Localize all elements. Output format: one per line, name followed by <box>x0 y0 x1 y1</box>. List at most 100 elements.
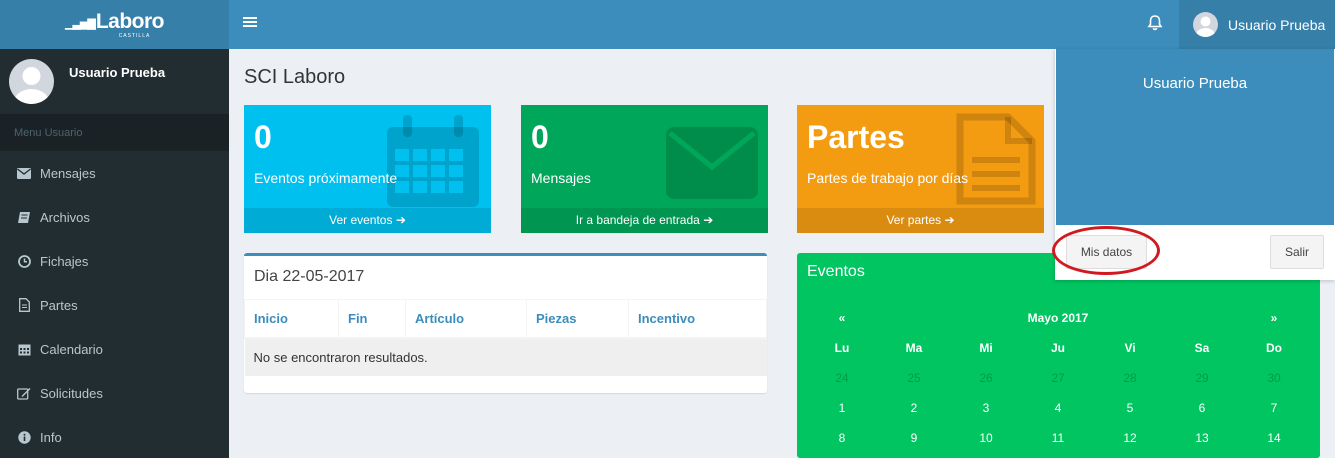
sidebar-item-label: Info <box>40 429 62 445</box>
calendar-day[interactable]: 13 <box>1166 423 1238 453</box>
app-logo[interactable]: ▁▃▅▇Laboro CASTILLA <box>0 0 229 49</box>
sidebar-item-solicitudes[interactable]: Solicitudes <box>0 371 229 415</box>
user-menu-toggle[interactable]: Usuario Prueba <box>1179 0 1335 49</box>
sidebar-item-partes[interactable]: Partes <box>0 283 229 327</box>
events-count: 0 <box>254 119 272 155</box>
envelope-icon <box>666 127 758 199</box>
day-table-box: Dia 22-05-2017 Inicio Fin Artículo Pieza… <box>244 253 767 393</box>
calendar-day[interactable]: 28 <box>1094 363 1166 393</box>
book-icon <box>17 210 31 224</box>
page-title: SCI Laboro <box>244 66 346 88</box>
calendar-day[interactable]: 4 <box>1022 393 1094 423</box>
column-header[interactable]: Fin <box>338 299 406 339</box>
calendar-day[interactable]: 14 <box>1238 423 1310 453</box>
calendar-day[interactable]: 8 <box>806 423 878 453</box>
calendar-day[interactable]: 30 <box>1238 363 1310 393</box>
partes-label: Partes de trabajo por días <box>807 170 969 186</box>
calendar: « Mayo 2017 » Lu Ma Mi Ju Vi Sa Do 24 25… <box>806 303 1310 453</box>
arrow-circle-right-icon: ➔ <box>395 213 406 227</box>
calendar-day[interactable]: 24 <box>806 363 878 393</box>
partes-heading: Partes <box>807 119 905 155</box>
edit-icon <box>17 386 31 400</box>
weekday: Lu <box>834 341 850 355</box>
calendar-day[interactable]: 12 <box>1094 423 1166 453</box>
sidebar: Usuario Prueba Menu Usuario Mensajes Arc… <box>0 49 229 458</box>
table-header-row: Inicio Fin Artículo Piezas Incentivo <box>244 299 767 339</box>
top-navbar: Usuario Prueba <box>229 0 1335 49</box>
weekday: Mi <box>979 341 993 355</box>
calendar-day[interactable]: 9 <box>878 423 950 453</box>
calendar-day[interactable]: 1 <box>806 393 878 423</box>
day-table: Inicio Fin Artículo Piezas Incentivo No … <box>244 299 767 376</box>
calendar-week: 1 2 3 4 5 6 7 <box>806 393 1310 423</box>
calendar-day[interactable]: 25 <box>878 363 950 393</box>
clock-icon <box>17 254 31 268</box>
column-header[interactable]: Inicio <box>244 299 339 339</box>
info-icon <box>17 430 31 444</box>
calendar-nav-row: « Mayo 2017 » <box>806 303 1310 333</box>
sidebar-item-label: Calendario <box>40 341 103 357</box>
calendar-week: 24 25 26 27 28 29 30 <box>806 363 1310 393</box>
calendar-day[interactable]: 2 <box>878 393 950 423</box>
weekday: Do <box>1266 341 1282 355</box>
weekday-row: Lu Ma Mi Ju Vi Sa Do <box>806 333 1310 363</box>
envelope-icon <box>17 166 31 180</box>
sidebar-item-archivos[interactable]: Archivos <box>0 195 229 239</box>
calendar-day[interactable]: 11 <box>1022 423 1094 453</box>
dropdown-user-name: Usuario Prueba <box>1142 75 1248 92</box>
sidebar-item-label: Fichajes <box>40 253 89 269</box>
column-header[interactable]: Incentivo <box>628 299 767 339</box>
file-icon <box>17 298 31 312</box>
hamburger-menu-icon[interactable] <box>243 15 257 29</box>
calendar-day[interactable]: 10 <box>950 423 1022 453</box>
sidebar-item-label: Archivos <box>40 209 90 225</box>
view-partes-link[interactable]: Ver partes ➔ <box>797 208 1044 233</box>
day-table-title: Dia 22-05-2017 <box>254 268 365 285</box>
sidebar-item-mensajes[interactable]: Mensajes <box>0 151 229 195</box>
events-calendar-box: Eventos « Mayo 2017 » Lu Ma Mi Ju Vi Sa … <box>797 253 1320 458</box>
weekday: Sa <box>1194 341 1210 355</box>
sidebar-item-fichajes[interactable]: Fichajes <box>0 239 229 283</box>
user-dropdown: Usuario Prueba Mis datos Salir <box>1055 49 1335 280</box>
next-month-button[interactable]: » <box>1238 303 1310 333</box>
sidebar-item-info[interactable]: Info <box>0 415 229 458</box>
column-header[interactable]: Piezas <box>526 299 629 339</box>
partes-info-box: Partes Partes de trabajo por días Ver pa… <box>797 105 1044 233</box>
bell-icon[interactable] <box>1145 13 1165 33</box>
calendar-day[interactable]: 5 <box>1094 393 1166 423</box>
calendar-icon <box>17 342 31 356</box>
messages-count: 0 <box>531 119 549 155</box>
salir-button[interactable]: Salir <box>1270 235 1324 269</box>
prev-month-button[interactable]: « <box>806 303 878 333</box>
events-label: Eventos próximamente <box>254 170 398 186</box>
messages-info-box: 0 Mensajes Ir a bandeja de entrada ➔ <box>521 105 768 233</box>
inbox-link[interactable]: Ir a bandeja de entrada ➔ <box>521 208 768 233</box>
sidebar-item-label: Partes <box>40 297 78 313</box>
sidebar-user-panel: Usuario Prueba <box>0 49 229 114</box>
weekday: Ma <box>905 341 923 355</box>
messages-label: Mensajes <box>531 170 591 186</box>
arrow-circle-right-icon: ➔ <box>703 213 714 227</box>
events-title: Eventos <box>807 263 865 280</box>
calendar-day[interactable]: 27 <box>1022 363 1094 393</box>
sidebar-item-label: Mensajes <box>40 165 96 181</box>
sidebar-item-label: Solicitudes <box>40 385 103 401</box>
view-events-link[interactable]: Ver eventos ➔ <box>244 208 491 233</box>
table-row: No se encontraron resultados. <box>244 337 767 376</box>
calendar-month[interactable]: Mayo 2017 <box>878 303 1238 333</box>
mis-datos-button[interactable]: Mis datos <box>1066 235 1147 269</box>
dropdown-header: Usuario Prueba <box>1056 49 1334 225</box>
calendar-day[interactable]: 6 <box>1166 393 1238 423</box>
sidebar-header: Menu Usuario <box>0 114 229 151</box>
calendar-day[interactable]: 26 <box>950 363 1022 393</box>
calendar-week: 8 9 10 11 12 13 14 <box>806 423 1310 453</box>
sidebar-item-calendario[interactable]: Calendario <box>0 327 229 371</box>
signal-bars-icon: ▁▃▅▇ <box>64 17 96 30</box>
logo-subtitle: CASTILLA <box>118 32 151 39</box>
calendar-day[interactable]: 29 <box>1166 363 1238 393</box>
calendar-day[interactable]: 7 <box>1238 393 1310 423</box>
avatar <box>9 59 54 104</box>
calendar-day[interactable]: 3 <box>950 393 1022 423</box>
avatar <box>1193 12 1218 37</box>
column-header[interactable]: Artículo <box>405 299 527 339</box>
